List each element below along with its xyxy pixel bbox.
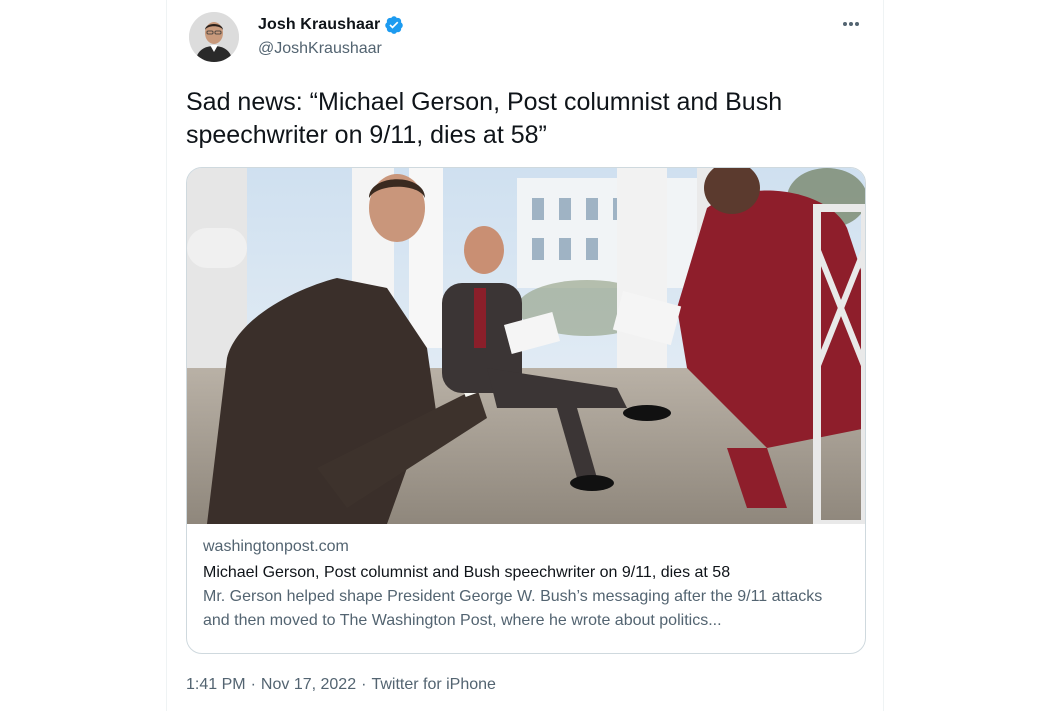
- tweet-date[interactable]: Nov 17, 2022: [261, 676, 356, 694]
- person-avatar-icon: [189, 12, 239, 62]
- more-options-button[interactable]: [839, 14, 863, 34]
- link-domain: washingtonpost.com: [203, 538, 349, 555]
- tweet-card: Josh Kraushaar @JoshKraushaar Sad news: …: [166, 0, 884, 711]
- tweet-source[interactable]: Twitter for iPhone: [371, 676, 496, 694]
- ellipsis-icon: [843, 22, 859, 26]
- display-name[interactable]: Josh Kraushaar: [258, 16, 380, 34]
- meta-separator: ·: [361, 676, 367, 693]
- link-title: Michael Gerson, Post columnist and Bush …: [203, 564, 731, 581]
- verified-badge-icon: [384, 15, 404, 35]
- link-preview-image[interactable]: [187, 168, 865, 524]
- handle[interactable]: @JoshKraushaar: [258, 40, 404, 58]
- link-preview-card[interactable]: washingtonpost.com Michael Gerson, Post …: [186, 167, 866, 654]
- photo-oval-office-meeting-icon: [187, 168, 865, 524]
- link-preview-meta: washingtonpost.com Michael Gerson, Post …: [187, 524, 865, 633]
- avatar[interactable]: [189, 12, 239, 62]
- tweet-meta-row: 1:41 PM · Nov 17, 2022 · Twitter for iPh…: [186, 676, 496, 694]
- tweet-time[interactable]: 1:41 PM: [186, 676, 246, 694]
- display-name-row: Josh Kraushaar: [258, 14, 404, 36]
- meta-separator: ·: [250, 676, 256, 693]
- link-description: Mr. Gerson helped shape President George…: [203, 588, 823, 629]
- tweet-text: Sad news: “Michael Gerson, Post columnis…: [186, 88, 783, 149]
- page: Josh Kraushaar @JoshKraushaar Sad news: …: [0, 0, 1050, 711]
- author-block: Josh Kraushaar @JoshKraushaar: [258, 14, 404, 58]
